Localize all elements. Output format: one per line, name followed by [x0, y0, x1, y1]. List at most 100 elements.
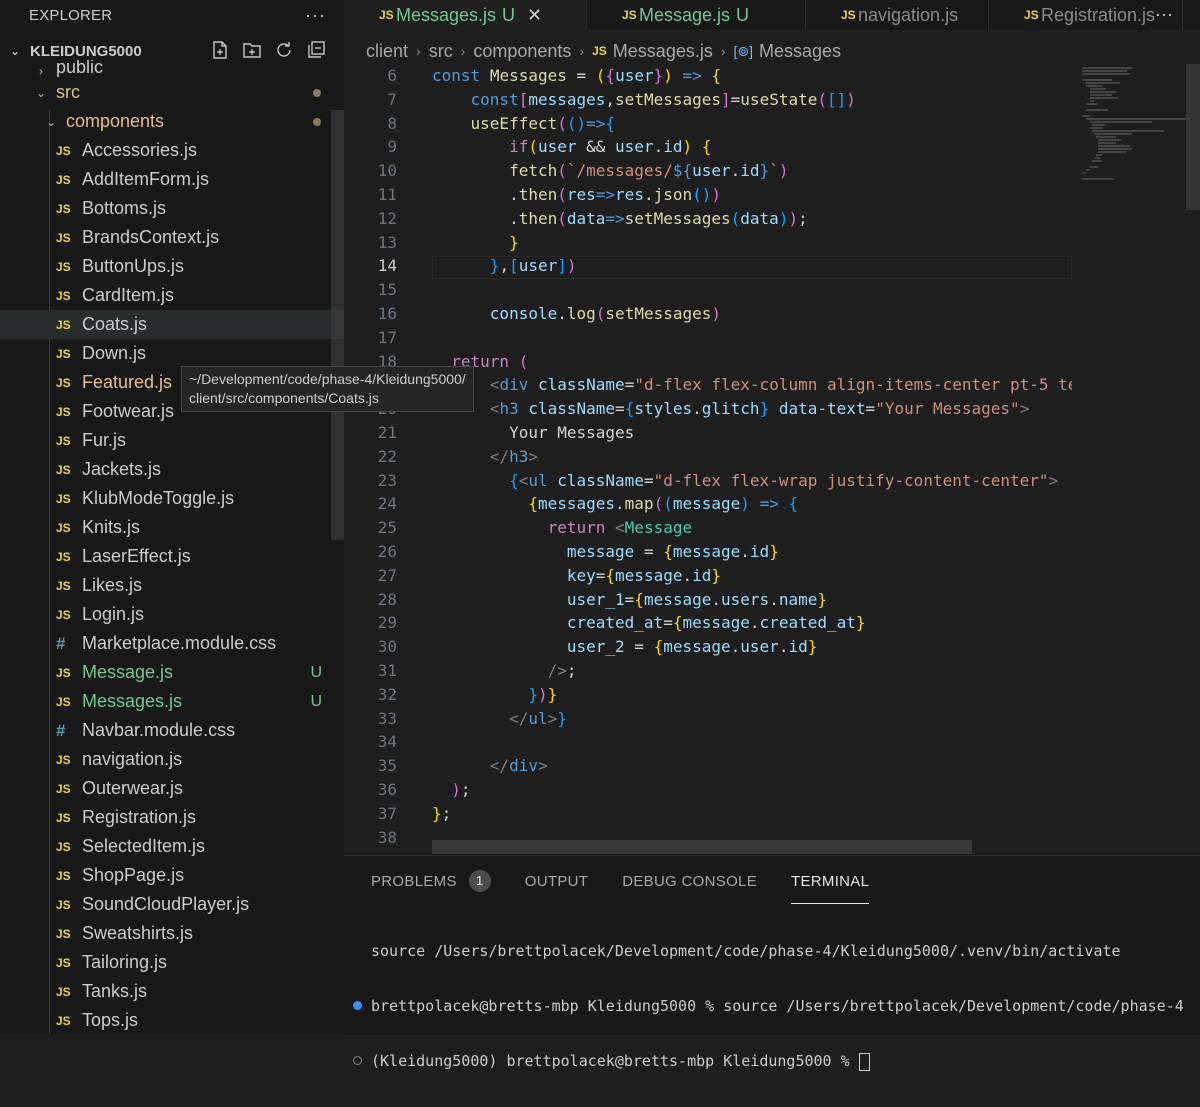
code-editor[interactable]: 6 const Messages = ({user}) => {7 const[m…: [344, 64, 1072, 854]
breadcrumb-item[interactable]: src: [429, 41, 453, 62]
tree-folder-components[interactable]: ⌄ components: [0, 107, 344, 136]
js-file-icon: JS: [56, 433, 71, 448]
modified-dot: [313, 117, 321, 126]
breadcrumb-item[interactable]: components: [473, 41, 571, 62]
explorer-sidebar: EXPLORER ··· ⌄ KLEIDUNG5000 › public ⌄ s…: [0, 0, 344, 1034]
file-label: SoundCloudPlayer.js: [82, 894, 250, 914]
file-label: Accessories.js: [82, 140, 198, 160]
code-line: <div className="d-flex flex-column align…: [489, 375, 1072, 395]
file-label: Jackets.js: [82, 459, 162, 479]
tree-file[interactable]: # Marketplace.module.css: [0, 629, 344, 658]
tree-file[interactable]: JS AddItemForm.js: [0, 165, 344, 194]
minimap-slider[interactable]: [1186, 64, 1200, 210]
code-line: return <Message: [547, 518, 693, 538]
tab-debug-console[interactable]: DEBUG CONSOLE: [622, 873, 757, 890]
tab-navigation-js[interactable]: JS navigation.js: [806, 0, 989, 30]
breadcrumb-item[interactable]: Messages: [759, 41, 841, 62]
line-number: 37: [377, 803, 397, 823]
tree-file[interactable]: JS SoundCloudPlayer.js: [0, 890, 344, 919]
file-label: Featured.js: [82, 372, 173, 392]
breadcrumb-item[interactable]: Messages.js: [613, 41, 713, 62]
panel-tab-label: DEBUG CONSOLE: [622, 872, 757, 890]
code-line: const[messages,setMessages]=useState([]): [470, 89, 856, 109]
tree-file[interactable]: JS Coats.js: [0, 310, 344, 339]
breadcrumb-item[interactable]: client: [366, 41, 408, 62]
panel-tab-label: TERMINAL: [791, 872, 870, 890]
js-file-icon: JS: [56, 230, 71, 245]
tree-file[interactable]: # Navbar.module.css: [0, 716, 344, 745]
js-file-icon: JS: [56, 143, 71, 158]
line-number: 9: [387, 137, 397, 157]
tab-messages-js[interactable]: JS Messages.js U ✕: [344, 0, 587, 30]
tab-registration-js[interactable]: JS Registration.js: [989, 0, 1183, 30]
minimap-preview: [1082, 67, 1190, 180]
symbol-variable-icon: [⊚]: [733, 42, 754, 59]
problems-count-badge: 1: [468, 870, 491, 892]
close-icon[interactable]: ✕: [527, 5, 542, 26]
horizontal-scrollbar[interactable]: [432, 840, 972, 854]
tree-file[interactable]: JS BrandsContext.js: [0, 223, 344, 252]
file-label: SelectedItem.js: [82, 836, 206, 856]
code-line: .then(res=>res.json()): [432, 185, 722, 204]
tree-file[interactable]: JS SelectedItem.js: [0, 832, 344, 861]
tab-problems[interactable]: PROBLEMS 1: [371, 870, 491, 892]
tree-file[interactable]: JS Fur.js: [0, 426, 344, 455]
terminal[interactable]: source /Users/brettpolacek/Development/c…: [344, 906, 1200, 1107]
explorer-scrollbar[interactable]: [331, 110, 344, 540]
tree-file[interactable]: JS Messages.js U: [0, 687, 344, 716]
explorer-more-icon[interactable]: ···: [305, 5, 326, 26]
new-folder-icon[interactable]: [242, 40, 262, 60]
line-number: 16: [377, 304, 397, 323]
tree-file[interactable]: JS Likes.js: [0, 571, 344, 600]
panel-tabs: PROBLEMS 1 OUTPUT DEBUG CONSOLE TERMINAL: [344, 856, 1200, 906]
tree-file[interactable]: JS Registration.js: [0, 803, 344, 832]
tree-file[interactable]: JS Tanks.js: [0, 977, 344, 1006]
new-file-icon[interactable]: [210, 40, 230, 60]
tab-message-js[interactable]: JS Message.js U: [587, 0, 806, 30]
line-number: 7: [387, 89, 397, 109]
tree-file[interactable]: JS Message.js U: [0, 658, 344, 687]
line-number: 21: [377, 423, 397, 442]
tree-file[interactable]: JS navigation.js: [0, 745, 344, 774]
tree-folder-src[interactable]: ⌄ src: [0, 78, 344, 107]
tree-file[interactable]: JS Accessories.js: [0, 136, 344, 165]
tree-file[interactable]: JS LaserEffect.js: [0, 542, 344, 571]
line-number: 23: [377, 470, 397, 490]
tree-folder-public[interactable]: › public: [0, 60, 344, 78]
file-label: CardItem.js: [82, 285, 175, 305]
js-file-icon: JS: [56, 172, 71, 187]
code-line: <h3 className={styles.glitch} data-text=…: [489, 399, 1030, 419]
tree-file[interactable]: JS ButtonUps.js: [0, 252, 344, 281]
tree-file[interactable]: JS Tops.js: [0, 1006, 344, 1034]
tabs-more-icon[interactable]: ···: [1155, 4, 1173, 25]
explorer-actions: [210, 40, 326, 60]
js-file-icon: JS: [56, 462, 71, 477]
js-file-icon: JS: [56, 955, 71, 970]
tree-file[interactable]: JS ShopPage.js: [0, 861, 344, 890]
tree-file[interactable]: JS Knits.js: [0, 513, 344, 542]
minimap[interactable]: [1072, 64, 1200, 854]
file-label: AddItemForm.js: [82, 169, 210, 189]
code-line: user_2 = {message.user.id}: [566, 637, 818, 657]
code-line: {messages.map((message) => {: [528, 494, 799, 514]
tab-terminal[interactable]: TERMINAL: [791, 872, 870, 904]
tree-file[interactable]: JS Bottoms.js: [0, 194, 344, 223]
tree-file[interactable]: JS Login.js: [0, 600, 344, 629]
tree-file[interactable]: JS CardItem.js: [0, 281, 344, 310]
refresh-icon[interactable]: [274, 40, 294, 60]
tree-file[interactable]: JS Outerwear.js: [0, 774, 344, 803]
tree-file[interactable]: JS KlubModeToggle.js: [0, 484, 344, 513]
tree-file[interactable]: JS Jackets.js: [0, 455, 344, 484]
tab-output[interactable]: OUTPUT: [525, 873, 588, 890]
tree-file[interactable]: JS Sweatshirts.js: [0, 919, 344, 948]
line-number: 28: [377, 589, 397, 609]
line-number: 38: [377, 827, 397, 847]
tree-file[interactable]: JS Tailoring.js: [0, 948, 344, 977]
tree-file[interactable]: JS Down.js: [0, 339, 344, 368]
line-number: 32: [377, 684, 397, 704]
terminal-line: source /Users/brettpolacek/Development/c…: [344, 942, 1200, 961]
collapse-all-icon[interactable]: [306, 40, 326, 60]
line-number: 15: [377, 280, 397, 300]
js-file-icon: JS: [56, 578, 71, 593]
line-number: 25: [377, 518, 397, 538]
